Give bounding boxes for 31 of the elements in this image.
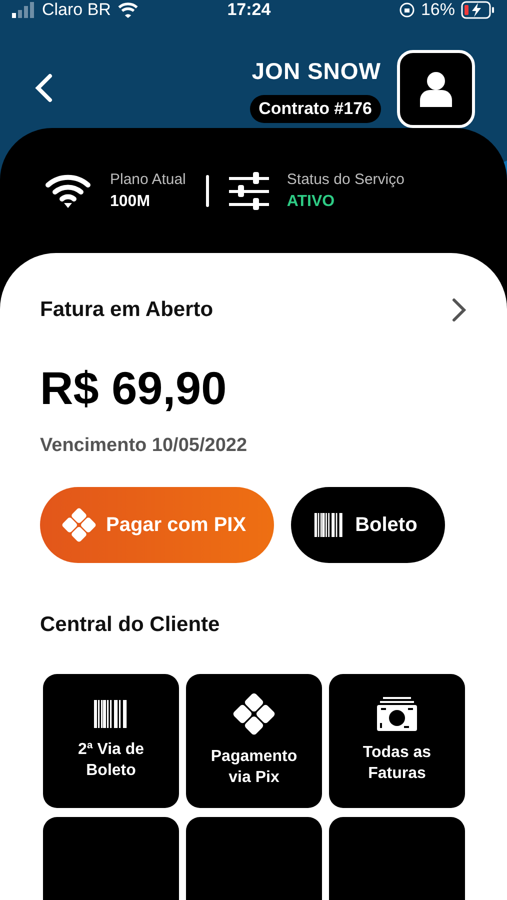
rotation-lock-icon [398, 2, 415, 18]
wifi-icon [44, 172, 92, 208]
menu-tile[interactable]: Todas as Faturas [329, 674, 465, 808]
clock-time: 17:24 [227, 0, 271, 20]
barcode-icon [313, 513, 346, 537]
due-date: Vencimento 10/05/2022 [40, 435, 248, 457]
boleto-button[interactable]: Boleto [291, 487, 446, 563]
money-icon [377, 697, 417, 732]
battery-percentage: 16% [420, 0, 455, 20]
info-value: 100M [110, 192, 152, 210]
avatar-button[interactable] [397, 50, 475, 128]
pix-icon [233, 693, 275, 736]
menu-tile[interactable]: Pagamento via Pix [186, 674, 322, 808]
battery-icon [460, 1, 495, 19]
contract-badge: Contrato #176 [250, 95, 381, 123]
chevron-button[interactable] [451, 297, 467, 323]
pix-icon [62, 508, 96, 542]
user-name: JON SNOW [252, 58, 381, 85]
invoice-amount: R$ 69,90 [40, 361, 228, 415]
user-icon [417, 70, 455, 108]
carrier-name: Claro BR [42, 0, 111, 20]
section-title: Fatura em Aberto [40, 298, 214, 322]
section-title: Central do Cliente [40, 613, 221, 637]
menu-tile[interactable]: 2ª Via de Boleto [43, 674, 179, 808]
divider [206, 174, 209, 206]
sliders-icon [228, 170, 269, 210]
info-label: Plano Atual [110, 170, 186, 188]
info-label: Status do Serviço [286, 170, 404, 188]
info-value: ATIVO [286, 192, 336, 210]
wifi-icon [116, 2, 139, 18]
signal-icon [12, 2, 36, 18]
